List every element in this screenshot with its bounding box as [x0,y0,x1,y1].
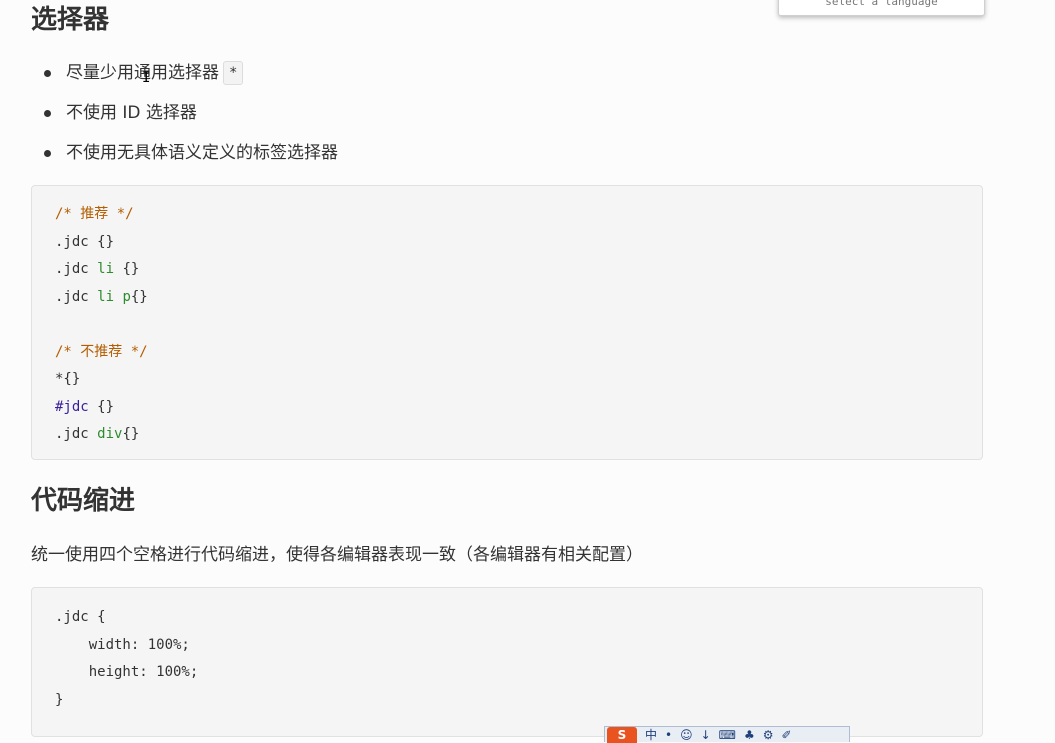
section-title-selectors: 选择器 [31,5,110,35]
list-item: 尽量少用通用选择器 * [30,58,338,98]
list-item-text: 不使用无具体语义定义的标签选择器 [66,143,338,163]
code-rest: {} [122,426,140,442]
code-line: /* 不推荐 */ [55,339,982,367]
code-selector: .jdc [55,261,98,277]
code-selector: .jdc [55,426,98,442]
code-line: *{} [55,366,982,394]
text-cursor-icon: I [142,70,151,86]
code-tag: li [97,261,115,277]
punctuation-icon[interactable]: • [665,728,672,742]
ime-logo-icon[interactable]: S [607,726,637,743]
selector-rules-list: 尽量少用通用选择器 * 不使用 ID 选择器 不使用无具体语义定义的标签选择器 [30,58,338,178]
code-line: /* 推荐 */ [55,201,982,229]
code-line: width: 100%; [55,636,190,653]
list-item: 不使用无具体语义定义的标签选择器 [30,138,338,178]
code-line: .jdc li p{} [55,284,982,312]
code-line: .jdc li {} [55,256,982,284]
code-tag: li p [97,288,131,305]
code-line: } [55,691,64,708]
voice-icon[interactable]: ↓ [701,728,711,742]
list-item-text: 不使用 ID 选择器 [66,103,197,123]
code-line: .jdc { [55,609,106,625]
code-tag: div [97,426,123,442]
code-rest: {} [88,398,115,415]
code-block-indentation[interactable]: .jdc { width: 100%; height: 100%; } [31,587,983,737]
code-selector: .jdc [55,288,98,305]
settings-icon[interactable]: ⚙ [763,728,774,742]
code-block-selectors[interactable]: /* 推荐 */ .jdc {} .jdc li {} .jdc li p{} … [31,185,983,460]
code-selector: .jdc [55,233,89,250]
code-rest: {} [130,288,148,305]
list-item: 不使用 ID 选择器 [30,98,338,138]
code-line: .jdc div{} [55,421,982,449]
code-text: *{} [55,371,81,387]
code-line: #jdc {} [55,394,982,422]
code-line: .jdc {} [55,229,982,257]
emoji-icon[interactable]: ☺ [680,728,693,742]
chinese-mode-icon[interactable]: 中 [645,728,657,742]
inline-code: * [223,61,244,85]
section-title-indentation: 代码缩进 [31,486,136,516]
code-rest: {} [88,233,115,250]
language-select-dropdown[interactable]: select a language [778,0,985,16]
tools-icon[interactable]: ✐ [782,728,792,742]
skin-icon[interactable]: ♣ [744,728,755,742]
code-rest: {} [114,261,140,277]
code-line: height: 100%; [55,664,199,680]
code-comment: /* 推荐 */ [55,206,134,222]
language-select-label: select a language [825,0,938,8]
keyboard-icon[interactable]: ⌨ [719,728,736,742]
code-comment: /* 不推荐 */ [55,343,148,360]
code-id-selector: #jdc [55,398,89,415]
indentation-description: 统一使用四个空格进行代码缩进，使得各编辑器表现一致（各编辑器有相关配置） [31,545,643,565]
